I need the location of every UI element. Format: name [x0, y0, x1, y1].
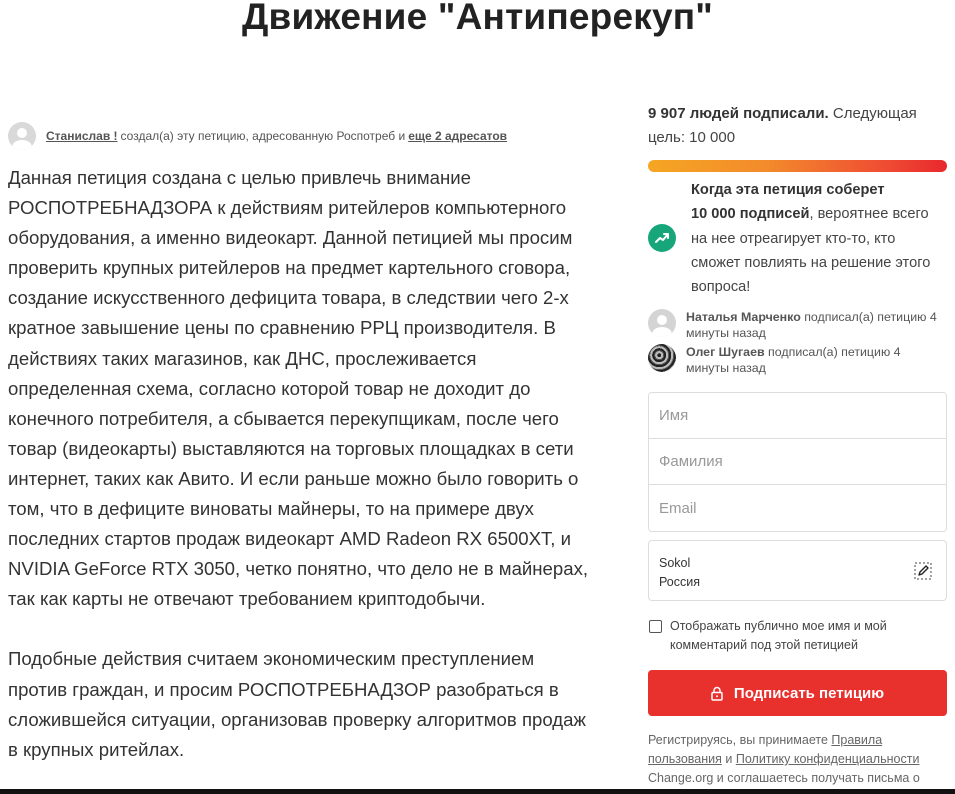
- signer-name: Олег Шугаев: [686, 345, 765, 359]
- edit-location-icon[interactable]: [913, 561, 933, 581]
- petition-body: Данная петиция создана с целью привлечь …: [8, 163, 598, 794]
- sign-petition-button[interactable]: Подписать петицию: [648, 670, 947, 716]
- legal-notice: Регистрируясь, вы принимаете Правила пол…: [648, 731, 948, 788]
- author-name-link[interactable]: Станислав !: [46, 129, 118, 143]
- more-recipients-link[interactable]: еще 2 адресатов: [408, 129, 507, 143]
- last-name-input[interactable]: [649, 439, 946, 485]
- lock-icon: [711, 686, 723, 701]
- author-avatar: [8, 122, 36, 150]
- signer-form-fields: [648, 392, 947, 532]
- notice-bold-prefix: Когда эта петиция соберет: [691, 182, 885, 198]
- legal-and: и: [725, 752, 733, 766]
- public-display-option: Отображать публично мое имя и мой коммен…: [648, 617, 948, 655]
- recent-signer: Олег Шугаев подписал(а) петицию 4 минуты…: [648, 344, 948, 376]
- signature-progress-bar: [648, 160, 947, 172]
- country-value: Россия: [659, 575, 700, 589]
- public-display-checkbox[interactable]: [649, 620, 662, 633]
- petition-paragraph: Данная петиция создана с целью привлечь …: [8, 167, 589, 610]
- first-name-input[interactable]: [649, 393, 946, 439]
- city-value: Sokol: [659, 556, 691, 570]
- public-display-label: Отображать публично мое имя и мой коммен…: [670, 619, 887, 652]
- goal-notice-text: Когда эта петиция соберет 10 000 подписе…: [691, 178, 946, 299]
- signer-name: Наталья Марченко: [686, 310, 801, 324]
- trending-up-icon: [648, 224, 676, 252]
- signer-avatar: [648, 344, 676, 372]
- legal-suffix: Change.org и соглашаетесь получать письм…: [648, 771, 920, 785]
- notice-bold-count: 10 000 подписей: [691, 206, 810, 223]
- sign-petition-label: Подписать петицию: [733, 684, 885, 702]
- author-action-text: создал(а) эту петицию, адресованную Росп…: [120, 129, 406, 143]
- signed-count: 9 907 людей подписали.: [648, 105, 829, 122]
- bottom-divider: [0, 789, 955, 794]
- location-field[interactable]: Sokol Россия: [648, 540, 947, 601]
- petition-paragraph: Подобные действия считаем экономическим …: [8, 648, 586, 760]
- privacy-link[interactable]: Политику конфиденциальности: [736, 752, 920, 766]
- author-line: Станислав ! создал(а) эту петицию, адрес…: [8, 122, 507, 150]
- email-input[interactable]: [649, 485, 946, 531]
- recent-signer: Наталья Марченко подписал(а) петицию 4 м…: [648, 309, 948, 341]
- signature-counter: 9 907 людей подписали. Следующая цель: 1…: [648, 102, 948, 150]
- signer-avatar: [648, 309, 676, 337]
- page-title: Движение "Антиперекуп": [241, 0, 714, 37]
- legal-prefix: Регистрируясь, вы принимаете: [648, 733, 828, 747]
